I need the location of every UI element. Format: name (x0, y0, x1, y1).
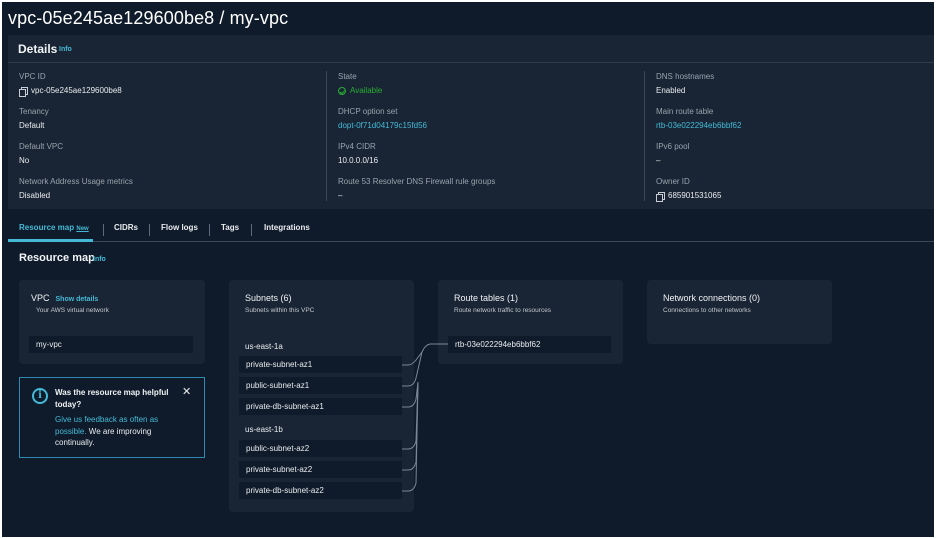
connector-line (402, 343, 448, 366)
connector-paths (402, 343, 448, 492)
connector-line (402, 381, 419, 471)
connector-lines (402, 343, 448, 492)
connector-line (402, 351, 423, 387)
connector-line (402, 381, 419, 450)
vpc-details-page: vpc-05e245ae129600be8 / my-vpc Details I… (2, 2, 934, 537)
